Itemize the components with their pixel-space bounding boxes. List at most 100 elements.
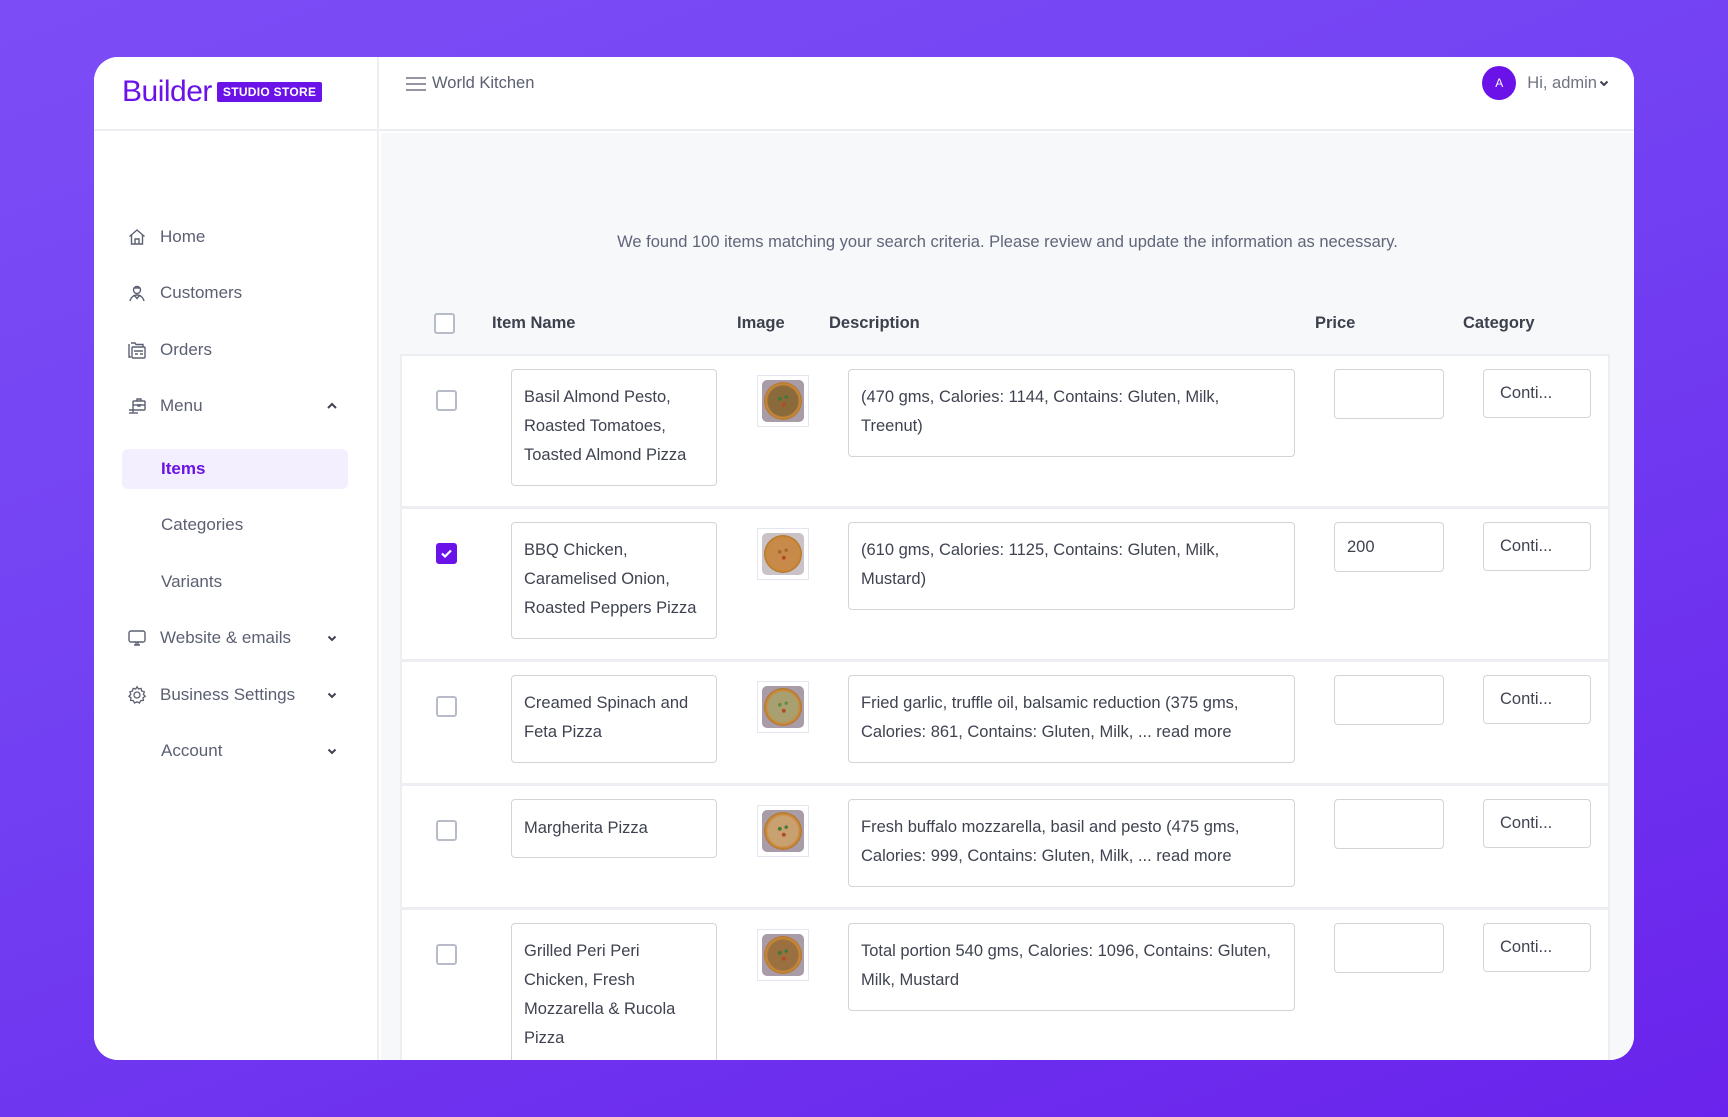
item-name-input[interactable]: BBQ Chicken, Caramelised Onion, Roasted …: [511, 522, 717, 639]
sidebar-item-label: Menu: [160, 396, 203, 415]
description-input[interactable]: (610 gms, Calories: 1125, Contains: Glut…: [848, 522, 1295, 610]
sidebar-item-label: Orders: [160, 340, 212, 359]
logo[interactable]: Builder STUDIO STORE: [122, 75, 323, 108]
chevron-down-icon[interactable]: [326, 688, 340, 702]
sidebar-item-categories[interactable]: Categories: [122, 505, 348, 545]
pizza-image: [764, 812, 802, 850]
row-checkbox-checked[interactable]: [436, 543, 457, 564]
sidebar-item-variants[interactable]: Variants: [122, 562, 348, 602]
chevron-down-icon[interactable]: [326, 631, 340, 645]
select-all-checkbox[interactable]: [434, 313, 455, 334]
gear-icon: [126, 684, 148, 706]
sidebar-item-label: Customers: [160, 283, 243, 302]
hamburger-icon[interactable]: [405, 76, 427, 92]
chevron-down-icon[interactable]: [1598, 77, 1610, 89]
pizza-thumbnail[interactable]: [757, 929, 809, 981]
price-input[interactable]: [1334, 799, 1444, 849]
sidebar-item-home[interactable]: Home: [122, 217, 348, 257]
price-input[interactable]: [1334, 675, 1444, 725]
column-header-price: Price: [1315, 314, 1356, 332]
column-header-image: Image: [737, 314, 785, 332]
pizza-thumbnail[interactable]: [757, 528, 809, 580]
table-header: Item Name Image Description Price Catego…: [400, 294, 1610, 354]
logo-area: Builder STUDIO STORE: [94, 57, 377, 131]
category-select[interactable]: Conti...: [1483, 369, 1591, 418]
image-background: [762, 810, 804, 852]
table-row: Basil Almond Pesto, Roasted Tomatoes, To…: [402, 356, 1608, 509]
item-name-input[interactable]: Grilled Peri Peri Chicken, Fresh Mozzare…: [511, 923, 717, 1060]
sidebar-item-label: Categories: [161, 515, 244, 534]
item-name-input[interactable]: Basil Almond Pesto, Roasted Tomatoes, To…: [511, 369, 717, 486]
pizza-thumbnail[interactable]: [757, 375, 809, 427]
sidebar-item-business-settings[interactable]: Business Settings: [122, 675, 348, 715]
item-name-input[interactable]: Margherita Pizza: [511, 799, 717, 858]
column-header-description: Description: [829, 314, 920, 332]
category-select[interactable]: Conti...: [1483, 799, 1591, 848]
chevron-up-icon[interactable]: [326, 399, 340, 413]
user-greeting: Hi, admin: [1527, 73, 1597, 92]
sidebar-item-label: Items: [161, 459, 206, 478]
sidebar-item-label: Home: [160, 227, 206, 246]
description-input[interactable]: (470 gms, Calories: 1144, Contains: Glut…: [848, 369, 1295, 457]
item-name-input[interactable]: Creamed Spinach and Feta Pizza: [511, 675, 717, 763]
pizza-thumbnail[interactable]: [757, 681, 809, 733]
store-switcher[interactable]: World Kitchen: [405, 74, 534, 93]
image-background: [762, 380, 804, 422]
app-window: Builder STUDIO STORE Home Customers Orde…: [94, 57, 1634, 1060]
pizza-image: [764, 535, 802, 573]
sidebar-item-label: Account: [161, 741, 223, 760]
image-background: [762, 934, 804, 976]
row-checkbox[interactable]: [436, 696, 457, 717]
menu-board-icon: [126, 395, 148, 417]
items-table: Basil Almond Pesto, Roasted Tomatoes, To…: [400, 354, 1610, 1060]
user-icon: [126, 282, 148, 304]
pizza-image: [764, 382, 802, 420]
monitor-icon: [126, 627, 148, 649]
category-select[interactable]: Conti...: [1483, 923, 1591, 972]
table-row: Margherita Pizza Fresh buffalo mozzarell…: [402, 786, 1608, 910]
table-row: Creamed Spinach and Feta Pizza Fried gar…: [402, 662, 1608, 786]
sidebar-item-website-emails[interactable]: Website & emails: [122, 618, 348, 658]
top-bar: World Kitchen A Hi, admin: [379, 57, 1634, 131]
orders-icon: [126, 339, 148, 361]
description-input[interactable]: Fresh buffalo mozzarella, basil and pest…: [848, 799, 1295, 887]
store-name: World Kitchen: [432, 74, 535, 92]
logo-badge: STUDIO STORE: [216, 82, 323, 102]
pizza-image: [764, 936, 802, 974]
user-menu[interactable]: A Hi, admin: [1482, 66, 1610, 100]
sidebar-item-items[interactable]: Items: [122, 449, 348, 489]
row-checkbox[interactable]: [436, 390, 457, 411]
price-input[interactable]: [1334, 923, 1444, 973]
price-input[interactable]: 200: [1334, 522, 1444, 572]
sidebar-item-label: Business Settings: [160, 685, 296, 704]
sidebar-item-orders[interactable]: Orders: [122, 330, 348, 370]
description-input[interactable]: Total portion 540 gms, Calories: 1096, C…: [848, 923, 1295, 1011]
main-content: We found 100 items matching your search …: [381, 133, 1634, 1060]
sidebar-item-customers[interactable]: Customers: [122, 273, 348, 313]
category-select[interactable]: Conti...: [1483, 522, 1591, 571]
description-input[interactable]: Fried garlic, truffle oil, balsamic redu…: [848, 675, 1295, 763]
sidebar-item-menu[interactable]: Menu: [122, 386, 348, 426]
table-row: BBQ Chicken, Caramelised Onion, Roasted …: [402, 509, 1608, 662]
pizza-thumbnail[interactable]: [757, 805, 809, 857]
image-background: [762, 533, 804, 575]
search-result-message: We found 100 items matching your search …: [617, 233, 1398, 251]
home-icon: [126, 226, 148, 248]
image-background: [762, 686, 804, 728]
avatar[interactable]: A: [1482, 66, 1517, 100]
price-input[interactable]: [1334, 369, 1444, 419]
row-checkbox[interactable]: [436, 944, 457, 965]
chevron-down-icon[interactable]: [326, 744, 340, 758]
column-header-item-name: Item Name: [492, 314, 576, 332]
logo-wordmark: Builder: [122, 75, 212, 108]
table-row: Grilled Peri Peri Chicken, Fresh Mozzare…: [402, 910, 1608, 1060]
pizza-image: [764, 688, 802, 726]
row-checkbox[interactable]: [436, 820, 457, 841]
sidebar-item-account[interactable]: Account: [122, 731, 348, 771]
checkmark-icon: [441, 549, 452, 559]
column-header-category: Category: [1463, 314, 1535, 332]
sidebar-item-label: Variants: [161, 572, 223, 591]
sidebar-item-label: Website & emails: [160, 628, 292, 647]
category-select[interactable]: Conti...: [1483, 675, 1591, 724]
sidebar: Builder STUDIO STORE Home Customers Orde…: [94, 57, 379, 1060]
